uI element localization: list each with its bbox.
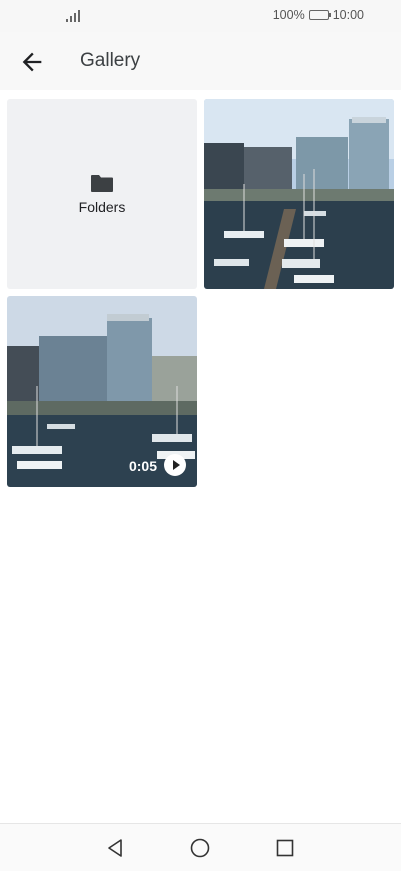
- folders-label: Folders: [78, 199, 126, 215]
- page-title: Gallery: [80, 50, 141, 71]
- play-icon: [164, 454, 186, 476]
- status-bar: 100% 10:00: [0, 0, 401, 32]
- home-circle-icon[interactable]: [188, 836, 212, 860]
- folder-icon: [91, 175, 113, 192]
- app-bar: Gallery: [0, 32, 401, 90]
- battery-icon: [308, 10, 331, 20]
- photo-thumbnail[interactable]: [204, 99, 394, 289]
- signal-icon: [66, 10, 80, 22]
- video-thumbnail[interactable]: 0:05: [7, 296, 197, 487]
- arrow-back-icon[interactable]: [18, 48, 46, 76]
- folders-tile[interactable]: Folders: [7, 99, 197, 289]
- status-right: 100% 10:00: [273, 8, 364, 22]
- recents-square-icon[interactable]: [273, 836, 297, 860]
- harbor-photo-image: [204, 99, 394, 289]
- battery-percent: 100%: [272, 8, 305, 22]
- system-nav-bar: [0, 823, 401, 871]
- status-time: 10:00: [332, 8, 364, 22]
- video-duration: 0:05: [128, 458, 157, 474]
- back-triangle-icon[interactable]: [103, 836, 127, 860]
